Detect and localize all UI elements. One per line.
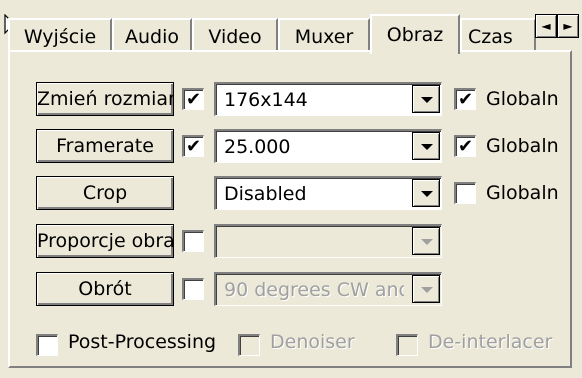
- tab-audio[interactable]: Audio: [112, 18, 192, 52]
- resize-global-checkbox[interactable]: ✔: [454, 88, 476, 110]
- framerate-global-checkbox[interactable]: ✔: [454, 135, 476, 157]
- rotate-combo: 90 degrees CW and: [214, 272, 442, 306]
- denoiser-checkbox: [238, 334, 260, 356]
- deinterlacer-checkbox: [396, 334, 418, 356]
- crop-combo-dropdown-button[interactable]: [412, 179, 440, 207]
- aspect-ratio-enable-checkbox[interactable]: [182, 230, 204, 252]
- crop-global-label: Globaln: [486, 182, 559, 204]
- post-processing-label: Post-Processing: [68, 331, 217, 353]
- rotate-enable-checkbox[interactable]: [182, 278, 204, 300]
- resize-combo[interactable]: 176x144: [214, 82, 442, 116]
- crop-button[interactable]: Crop: [36, 176, 174, 210]
- post-processing-checkbox[interactable]: [36, 334, 58, 356]
- aspect-ratio-button[interactable]: Proporcje obrazu: [36, 224, 174, 258]
- rotate-combo-dropdown-button: [412, 275, 440, 303]
- arrow-left-icon: ◄: [541, 19, 551, 33]
- check-mark-icon: ✔: [185, 136, 202, 157]
- deinterlacer-label: De-interlacer: [428, 331, 553, 353]
- aspect-ratio-combo-dropdown-button: [412, 227, 440, 255]
- tab-obraz[interactable]: Obraz: [370, 14, 460, 54]
- resize-global-label: Globaln: [486, 88, 559, 110]
- crop-global-checkbox[interactable]: [454, 182, 476, 204]
- rotate-button[interactable]: Obrót: [36, 272, 174, 306]
- tab-scroll-left-button[interactable]: ◄: [535, 14, 557, 38]
- check-mark-icon: ✔: [457, 136, 474, 157]
- crop-combo-value: Disabled: [224, 183, 307, 205]
- crop-combo[interactable]: Disabled: [214, 176, 442, 210]
- aspect-ratio-combo: [214, 224, 442, 258]
- resize-button[interactable]: Zmień rozmiar: [36, 82, 174, 116]
- resize-combo-value: 176x144: [224, 89, 308, 111]
- chevron-down-icon: [421, 144, 433, 150]
- framerate-combo[interactable]: 25.000: [214, 129, 442, 163]
- framerate-button[interactable]: Framerate: [36, 129, 174, 163]
- resize-combo-dropdown-button[interactable]: [412, 85, 440, 113]
- check-mark-icon: ✔: [457, 89, 474, 110]
- tab-czas[interactable]: Czas: [460, 18, 536, 52]
- framerate-global-label: Globaln: [486, 135, 559, 157]
- tab-wyjscie[interactable]: Wyjście: [8, 18, 112, 52]
- rotate-combo-value: 90 degrees CW and: [224, 279, 404, 301]
- framerate-enable-checkbox[interactable]: ✔: [182, 135, 204, 157]
- chevron-down-icon: [421, 191, 433, 197]
- denoiser-label: Denoiser: [270, 331, 355, 353]
- resize-enable-checkbox[interactable]: ✔: [182, 88, 204, 110]
- tab-muxer[interactable]: Muxer: [278, 18, 370, 52]
- chevron-down-icon: [421, 239, 433, 245]
- framerate-combo-dropdown-button[interactable]: [412, 132, 440, 160]
- arrow-right-icon: ►: [563, 19, 573, 33]
- tab-video[interactable]: Video: [192, 18, 278, 52]
- chevron-down-icon: [421, 97, 433, 103]
- chevron-down-icon: [421, 287, 433, 293]
- framerate-combo-value: 25.000: [224, 136, 291, 158]
- check-mark-icon: ✔: [185, 89, 202, 110]
- tab-scroll-right-button[interactable]: ►: [557, 14, 579, 38]
